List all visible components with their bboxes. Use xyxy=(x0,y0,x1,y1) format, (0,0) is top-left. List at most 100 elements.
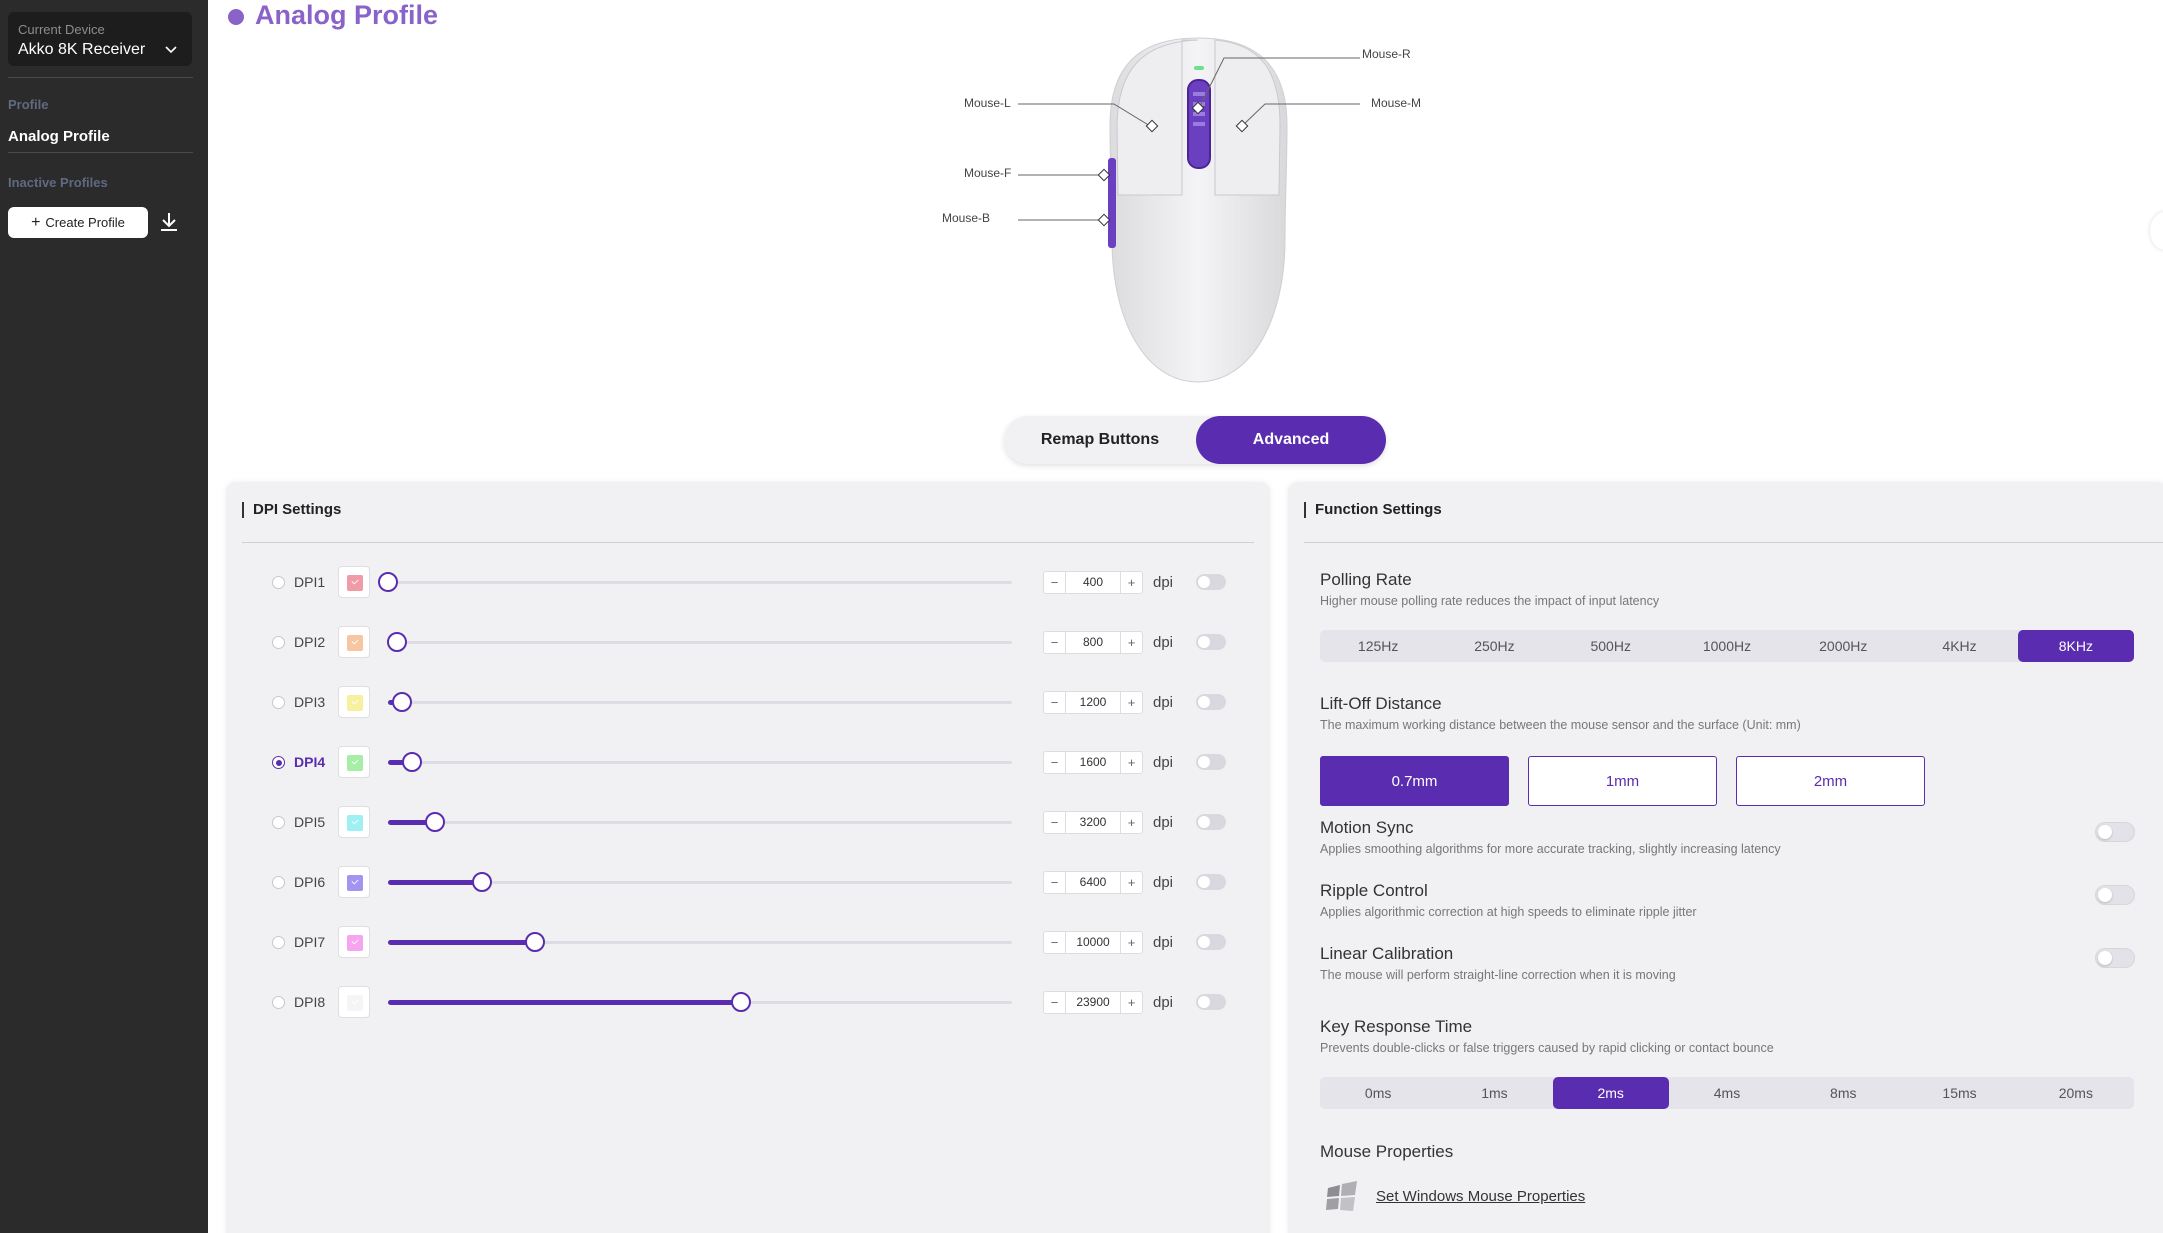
dpi-radio[interactable] xyxy=(272,756,285,769)
dpi-radio[interactable] xyxy=(272,876,285,889)
mouse-f-label[interactable]: Mouse-F xyxy=(964,166,1011,180)
slider-thumb[interactable] xyxy=(402,752,422,772)
dpi-unit: dpi xyxy=(1153,994,1174,1011)
dpi-slider[interactable] xyxy=(387,632,1012,652)
slider-thumb[interactable] xyxy=(731,992,751,1012)
key-response-option[interactable]: 8ms xyxy=(1785,1077,1901,1109)
plus-icon[interactable]: + xyxy=(1120,752,1142,773)
ripple-control-toggle[interactable] xyxy=(2095,885,2135,905)
dpi-color-picker[interactable] xyxy=(338,866,370,898)
dpi-enable-toggle[interactable] xyxy=(1196,814,1226,830)
key-response-option[interactable]: 4ms xyxy=(1669,1077,1785,1109)
dpi-color-picker[interactable] xyxy=(338,986,370,1018)
dpi-enable-toggle[interactable] xyxy=(1196,874,1226,890)
dpi-radio[interactable] xyxy=(272,576,285,589)
polling-option[interactable]: 500Hz xyxy=(1553,630,1669,662)
sidebar-item-active-profile[interactable]: Analog Profile xyxy=(8,128,110,145)
dpi-radio[interactable] xyxy=(272,936,285,949)
lift-off-option[interactable]: 0.7mm xyxy=(1320,756,1509,806)
minus-icon[interactable]: − xyxy=(1044,632,1066,653)
key-response-selector: 0ms 1ms 2ms 4ms 8ms 15ms 20ms xyxy=(1320,1077,2134,1109)
lift-off-option[interactable]: 2mm xyxy=(1736,756,1925,806)
dpi-slider[interactable] xyxy=(388,932,1012,952)
dpi-value-input[interactable] xyxy=(1066,812,1120,833)
lift-off-option[interactable]: 1mm xyxy=(1528,756,1717,806)
dpi-color-picker[interactable] xyxy=(338,926,370,958)
plus-icon[interactable]: + xyxy=(1120,572,1142,593)
slider-thumb[interactable] xyxy=(472,872,492,892)
minus-icon[interactable]: − xyxy=(1044,572,1066,593)
slider-thumb[interactable] xyxy=(525,932,545,952)
slider-thumb[interactable] xyxy=(392,692,412,712)
dpi-value-input[interactable] xyxy=(1066,932,1120,953)
plus-icon[interactable]: + xyxy=(1120,812,1142,833)
tab-remap-buttons[interactable]: Remap Buttons xyxy=(1004,416,1196,464)
tab-advanced[interactable]: Advanced xyxy=(1196,416,1386,464)
motion-sync-toggle[interactable] xyxy=(2095,822,2135,842)
dpi-slider[interactable] xyxy=(388,752,1012,772)
minus-icon[interactable]: − xyxy=(1044,812,1066,833)
minus-icon[interactable]: − xyxy=(1044,992,1066,1013)
dpi-value-input[interactable] xyxy=(1066,752,1120,773)
dpi-radio[interactable] xyxy=(272,996,285,1009)
dpi-slider[interactable] xyxy=(388,872,1012,892)
download-icon[interactable] xyxy=(158,210,180,234)
key-response-option[interactable]: 20ms xyxy=(2018,1077,2134,1109)
dpi-slider[interactable] xyxy=(388,812,1012,832)
mouse-b-label[interactable]: Mouse-B xyxy=(942,211,990,225)
polling-option[interactable]: 250Hz xyxy=(1436,630,1552,662)
minus-icon[interactable]: − xyxy=(1044,932,1066,953)
polling-option[interactable]: 2000Hz xyxy=(1785,630,1901,662)
dpi-value-input[interactable] xyxy=(1066,692,1120,713)
dpi-value-input[interactable] xyxy=(1066,572,1120,593)
dpi-color-picker[interactable] xyxy=(338,626,370,658)
polling-option[interactable]: 4KHz xyxy=(1901,630,2017,662)
dpi-value-input[interactable] xyxy=(1066,872,1120,893)
key-response-option[interactable]: 1ms xyxy=(1436,1077,1552,1109)
polling-option[interactable]: 125Hz xyxy=(1320,630,1436,662)
slider-thumb[interactable] xyxy=(425,812,445,832)
linear-calibration-toggle[interactable] xyxy=(2095,948,2135,968)
dpi-slider[interactable] xyxy=(388,992,1012,1012)
plus-icon[interactable]: + xyxy=(1120,932,1142,953)
dpi-color-picker[interactable] xyxy=(338,566,370,598)
plus-icon[interactable]: + xyxy=(1120,692,1142,713)
mouse-r-label[interactable]: Mouse-R xyxy=(1362,47,1411,61)
polling-option[interactable]: 1000Hz xyxy=(1669,630,1785,662)
dpi-enable-toggle[interactable] xyxy=(1196,634,1226,650)
side-panel-handle[interactable] xyxy=(2150,212,2163,250)
mouse-m-label[interactable]: Mouse-M xyxy=(1371,96,1421,110)
dpi-enable-toggle[interactable] xyxy=(1196,934,1226,950)
polling-option[interactable]: 8KHz xyxy=(2017,630,2134,662)
key-response-option[interactable]: 0ms xyxy=(1320,1077,1436,1109)
slider-thumb[interactable] xyxy=(378,572,398,592)
dpi-enable-toggle[interactable] xyxy=(1196,694,1226,710)
dpi-slider[interactable] xyxy=(388,692,1012,712)
plus-icon[interactable]: + xyxy=(1120,632,1142,653)
dpi-radio[interactable] xyxy=(272,696,285,709)
minus-icon[interactable]: − xyxy=(1044,752,1066,773)
dpi-slider[interactable] xyxy=(378,572,1012,592)
slider-thumb[interactable] xyxy=(387,632,407,652)
dpi-value-input[interactable] xyxy=(1066,992,1120,1013)
minus-icon[interactable]: − xyxy=(1044,872,1066,893)
minus-icon[interactable]: − xyxy=(1044,692,1066,713)
dpi-radio[interactable] xyxy=(272,636,285,649)
device-selector[interactable]: Current Device Akko 8K Receiver xyxy=(8,12,192,66)
plus-icon[interactable]: + xyxy=(1120,872,1142,893)
plus-icon[interactable]: + xyxy=(1120,992,1142,1013)
set-windows-mouse-properties-link[interactable]: Set Windows Mouse Properties xyxy=(1376,1188,1585,1205)
dpi-color-picker[interactable] xyxy=(338,686,370,718)
create-profile-button[interactable]: + Create Profile xyxy=(8,207,148,238)
dpi-enable-toggle[interactable] xyxy=(1196,994,1226,1010)
dpi-color-picker[interactable] xyxy=(338,806,370,838)
mouse-l-label[interactable]: Mouse-L xyxy=(964,96,1011,110)
dpi-radio[interactable] xyxy=(272,816,285,829)
dpi-value-input[interactable] xyxy=(1066,632,1120,653)
dpi-row: DPI2−+dpi xyxy=(226,622,1270,662)
key-response-option[interactable]: 15ms xyxy=(1901,1077,2017,1109)
dpi-color-picker[interactable] xyxy=(338,746,370,778)
key-response-option[interactable]: 2ms xyxy=(1552,1077,1669,1109)
dpi-enable-toggle[interactable] xyxy=(1196,574,1226,590)
dpi-enable-toggle[interactable] xyxy=(1196,754,1226,770)
